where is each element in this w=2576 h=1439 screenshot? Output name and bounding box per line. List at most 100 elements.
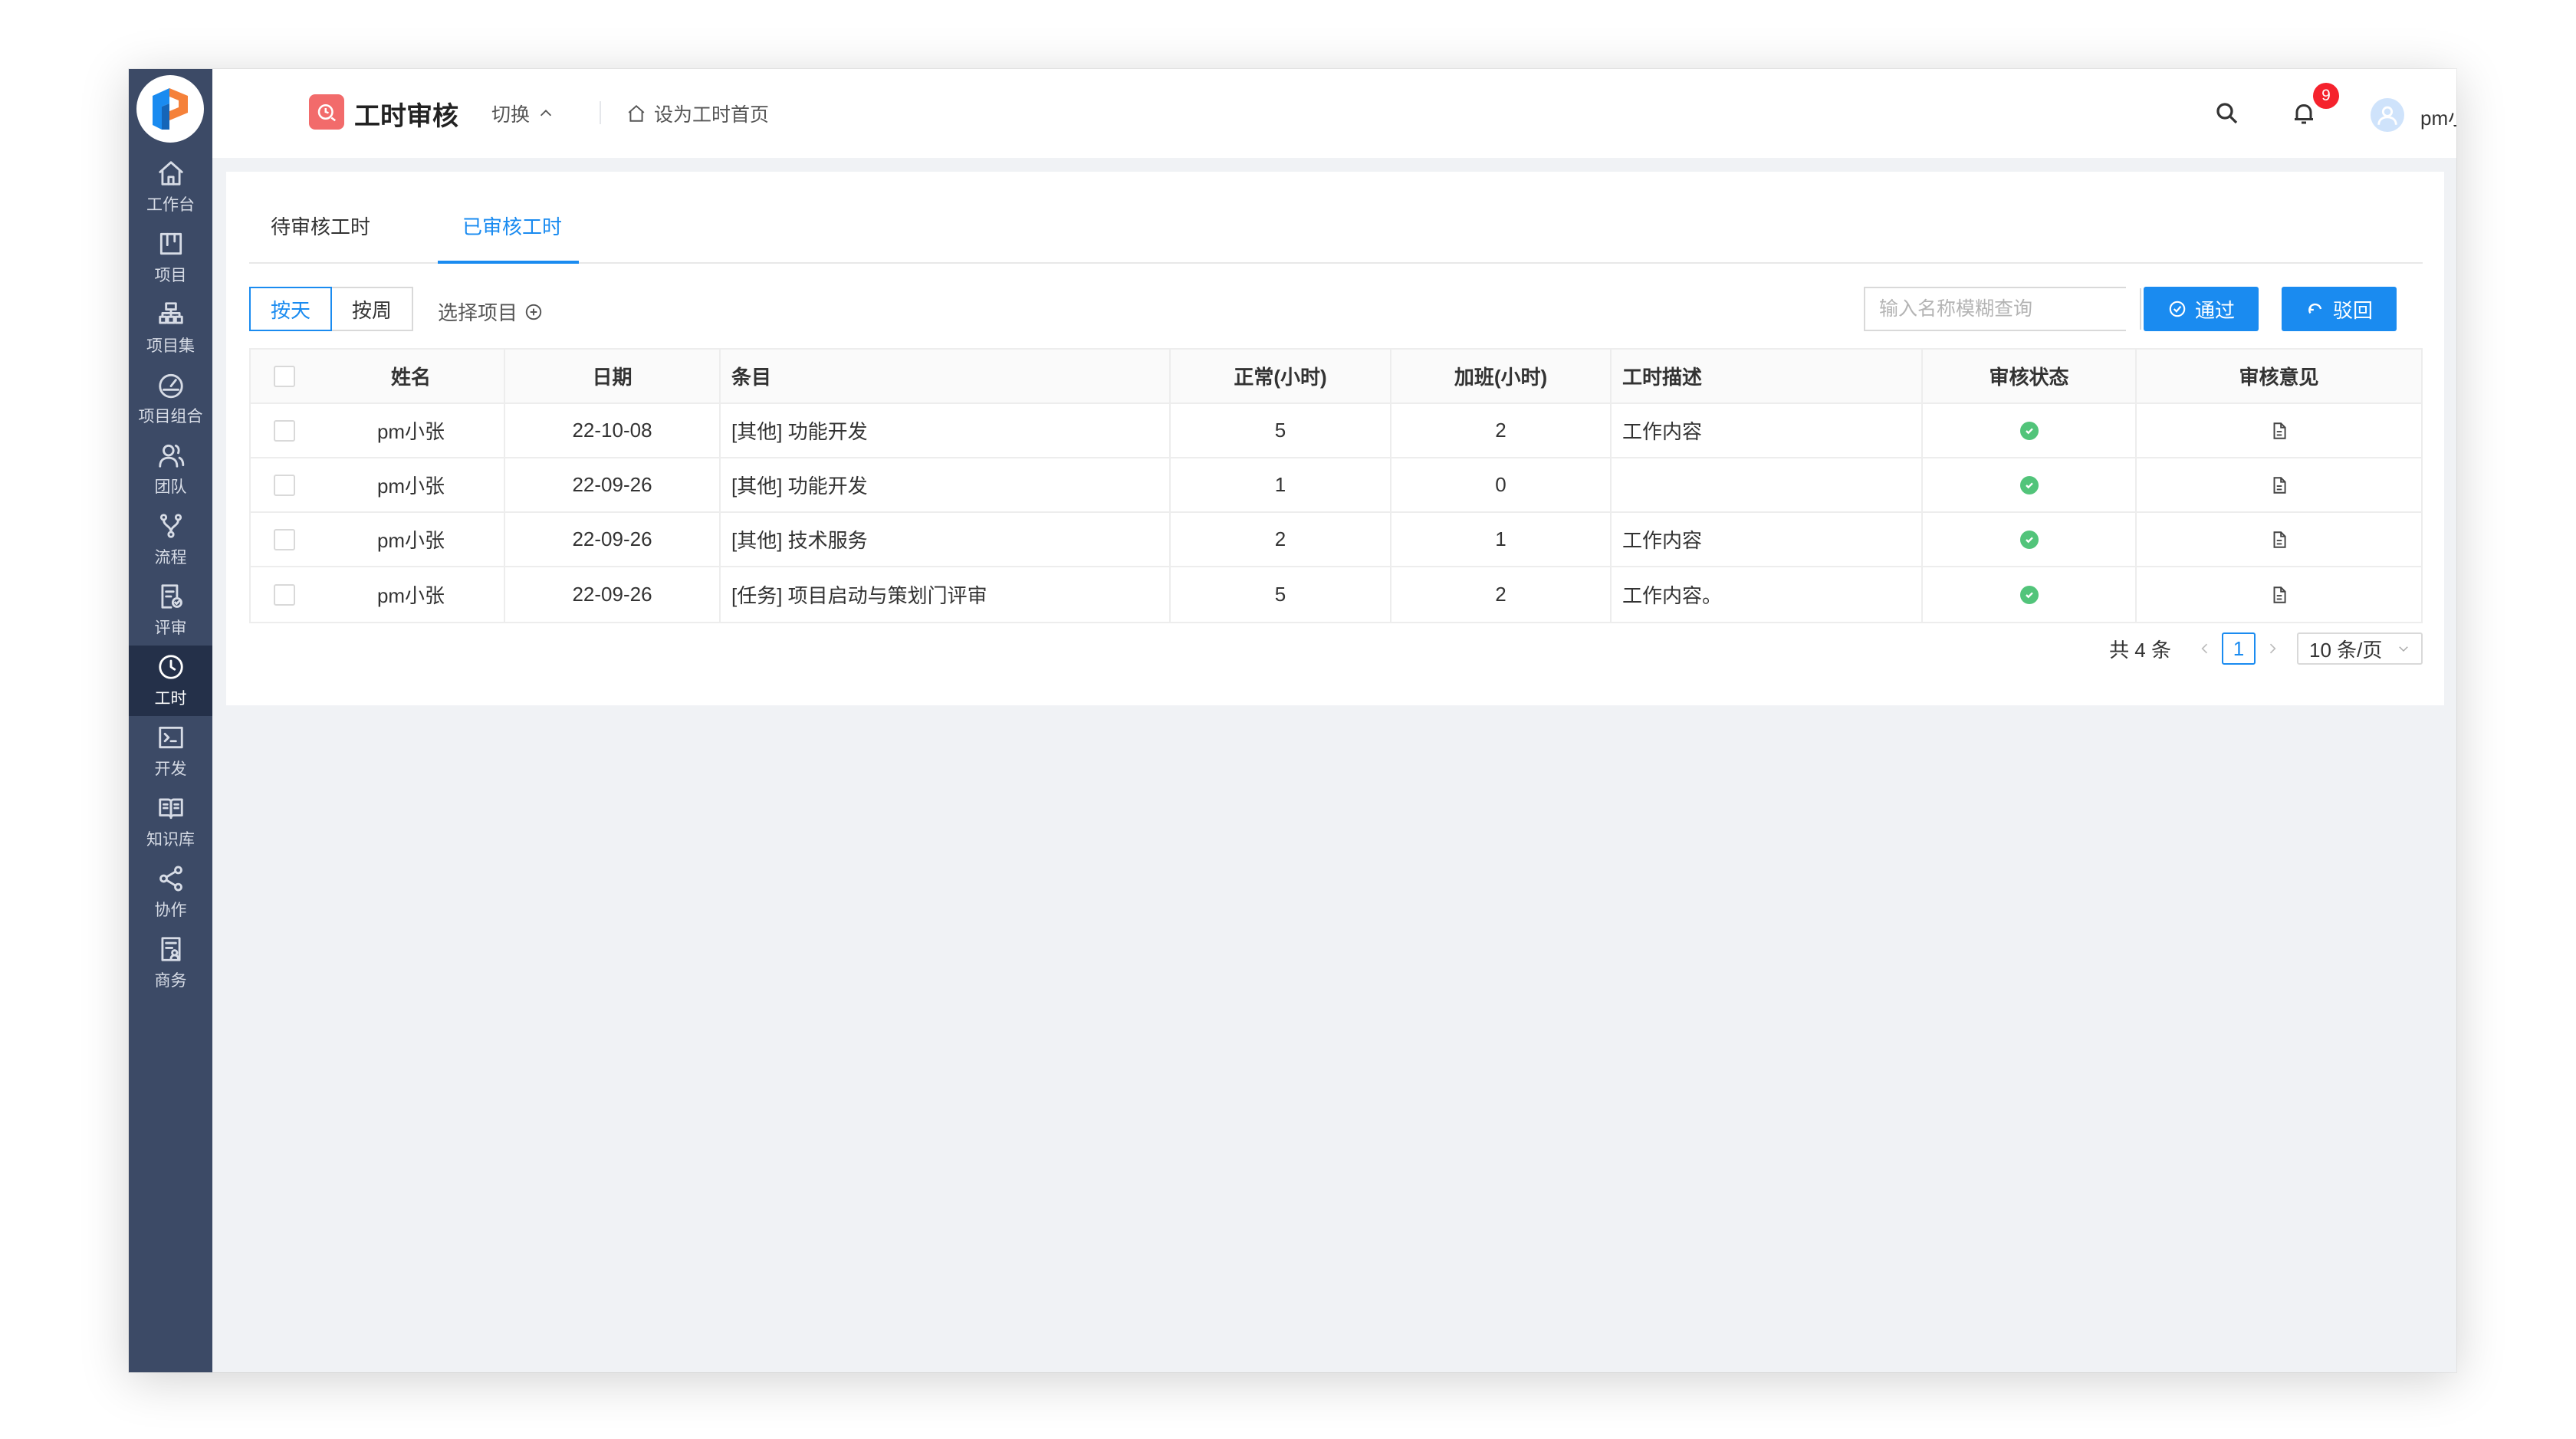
program-hierarchy-icon <box>158 302 183 324</box>
table-row: pm小张 22-09-26 [其他] 功能开发 1 0 <box>251 458 2421 513</box>
cell-overtime-hours: 0 <box>1392 458 1612 511</box>
tab-pending-review[interactable]: 待审核工时 <box>271 212 370 240</box>
user-name[interactable]: pm小张 <box>2420 103 2456 131</box>
row-checkbox[interactable] <box>274 528 295 550</box>
cell-overtime-hours: 2 <box>1392 567 1612 622</box>
cell-normal-hours: 5 <box>1171 567 1392 622</box>
sidebar-item-knowledge[interactable]: 知识库 <box>129 787 212 857</box>
cell-date: 22-09-26 <box>505 513 721 566</box>
cell-description: 工作内容 <box>1612 513 1923 566</box>
table-header-row: 姓名 日期 条目 正常(小时) 加班(小时) 工时描述 审核状态 审核意见 <box>251 350 2421 404</box>
sidebar-item-timesheet[interactable]: 工时 <box>129 646 212 716</box>
row-checkbox-cell <box>251 458 318 511</box>
set-home-button[interactable]: 设为工时首页 <box>626 100 769 127</box>
switch-app-button[interactable]: 切换 <box>491 100 554 127</box>
sidebar-item-workbench[interactable]: 工作台 <box>129 152 212 222</box>
home-icon <box>628 104 645 122</box>
business-document-icon <box>160 937 181 961</box>
cell-name: pm小张 <box>318 567 505 622</box>
cell-description: 工作内容 <box>1612 404 1923 457</box>
sidebar-item-team[interactable]: 团队 <box>129 434 212 504</box>
select-project-button[interactable]: 选择项目 <box>438 297 544 326</box>
notification-badge: 9 <box>2313 83 2339 109</box>
prev-page-button[interactable] <box>2193 641 2217 656</box>
select-project-label: 选择项目 <box>438 301 518 324</box>
sidebar-item-label: 项目 <box>154 267 187 284</box>
column-header-status: 审核状态 <box>1923 350 2137 402</box>
cell-name: pm小张 <box>318 404 505 457</box>
sidebar-item-label: 开发 <box>154 761 187 778</box>
terminal-icon <box>158 726 183 749</box>
by-day-toggle[interactable]: 按天 <box>249 287 332 331</box>
document-icon[interactable] <box>2269 585 2289 605</box>
cell-item: [其他] 功能开发 <box>721 404 1171 457</box>
document-icon[interactable] <box>2269 475 2289 495</box>
sidebar-item-business[interactable]: 商务 <box>129 928 212 998</box>
chevron-left-icon <box>2201 643 2208 654</box>
cell-normal-hours: 1 <box>1171 458 1392 511</box>
search-icon[interactable] <box>2213 100 2241 127</box>
column-header-opinion: 审核意见 <box>2239 366 2319 389</box>
sidebar-item-label: 工作台 <box>146 196 195 214</box>
sidebar-item-label: 评审 <box>154 619 187 637</box>
sidebar-item-label: 工时 <box>154 690 187 708</box>
sidebar-item-develop[interactable]: 开发 <box>129 716 212 787</box>
reject-label: 驳回 <box>2332 298 2373 322</box>
share-icon <box>159 866 182 892</box>
set-home-label: 设为工时首页 <box>654 104 770 126</box>
chevron-up-icon <box>540 110 552 117</box>
approved-check-icon <box>2019 585 2039 604</box>
column-header-item: 条目 <box>721 350 1171 402</box>
approved-check-icon <box>2019 530 2039 549</box>
cell-name: pm小张 <box>318 513 505 566</box>
approved-check-icon <box>2019 475 2039 494</box>
timesheet-table: 姓名 日期 条目 正常(小时) 加班(小时) 工时描述 审核状态 审核意见 pm… <box>249 348 2423 623</box>
reject-button[interactable]: 驳回 <box>2282 287 2397 331</box>
row-checkbox[interactable] <box>274 419 295 442</box>
sidebar-item-label: 项目集 <box>146 337 195 355</box>
cell-normal-hours: 2 <box>1171 513 1392 566</box>
page-size-label: 10 条/页 <box>2309 638 2383 662</box>
table-row: pm小张 22-09-26 [任务] 项目启动与策划门评审 5 2 工作内容。 <box>251 567 2421 622</box>
by-week-toggle[interactable]: 按周 <box>330 287 413 331</box>
review-document-icon <box>160 584 182 609</box>
row-checkbox[interactable] <box>274 583 295 606</box>
row-checkbox[interactable] <box>274 474 295 496</box>
sidebar-item-workflow[interactable]: 流程 <box>129 504 212 575</box>
tab-reviewed[interactable]: 已审核工时 <box>462 212 562 240</box>
page-number-button[interactable]: 1 <box>2222 632 2256 665</box>
book-icon <box>158 798 183 820</box>
document-icon[interactable] <box>2269 421 2289 441</box>
workflow-branch-icon <box>159 514 182 538</box>
chevron-down-icon <box>2399 646 2408 652</box>
sidebar-item-program[interactable]: 项目集 <box>129 293 212 363</box>
switch-label: 切换 <box>491 104 531 126</box>
page-size-select[interactable]: 10 条/页 <box>2297 632 2423 665</box>
cell-status <box>1923 458 2137 511</box>
undo-icon <box>2308 303 2322 314</box>
row-checkbox-cell <box>251 567 318 622</box>
bell-icon[interactable] <box>2290 100 2318 127</box>
approve-button[interactable]: 通过 <box>2144 287 2259 331</box>
portfolio-gauge-icon <box>158 373 183 399</box>
sidebar-item-review[interactable]: 评审 <box>129 575 212 646</box>
app-logo[interactable] <box>136 75 204 143</box>
cell-description: 工作内容。 <box>1612 567 1923 622</box>
content-card: 待审核工时 已审核工时 按天 按周 选择项目 通过 <box>226 172 2444 705</box>
sidebar-item-portfolio[interactable]: 项目组合 <box>129 363 212 434</box>
cell-opinion <box>2137 458 2421 511</box>
document-icon[interactable] <box>2269 530 2289 550</box>
select-all-checkbox[interactable] <box>274 365 295 387</box>
column-header-normal-hours: 正常(小时) <box>1171 350 1392 402</box>
sidebar-item-project[interactable]: 项目 <box>129 222 212 293</box>
sidebar-item-collaborate[interactable]: 协作 <box>129 857 212 928</box>
next-page-button[interactable] <box>2260 641 2285 656</box>
plus-circle-icon <box>525 304 542 320</box>
search-input[interactable] <box>1865 288 2140 330</box>
avatar[interactable] <box>2371 98 2404 132</box>
check-circle-icon <box>2169 301 2186 317</box>
sidebar: 工作台 项目 项目集 项目组合 团队 流程 评审 工时 开发 知识库 协作 商务 <box>129 69 212 1372</box>
cell-overtime-hours: 2 <box>1392 404 1612 457</box>
project-board-icon <box>159 232 182 255</box>
active-tab-indicator <box>438 261 579 264</box>
